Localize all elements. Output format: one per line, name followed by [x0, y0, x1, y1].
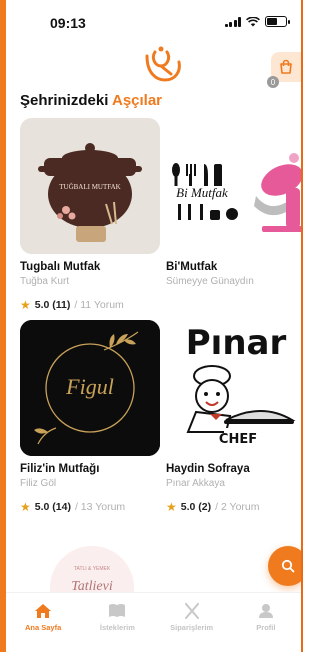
signal-icon [224, 16, 241, 27]
chef-owner: Pınar Akkaya [166, 478, 225, 489]
cart-button[interactable]: 0 [267, 52, 301, 88]
search-icon [281, 559, 295, 573]
chef-owner: Filiz Göl [20, 478, 57, 489]
chef-logo-text: Bi Mutfak [176, 185, 228, 200]
chef-name: Haydin Sofraya [166, 463, 250, 475]
chef-owner: Sümeyye Günaydın [166, 276, 254, 287]
review-count: / 13 Yorum [74, 501, 126, 513]
chef-card[interactable]: Bi Mutfak Bi'Mutfak Sümeyye Günaydın [166, 118, 301, 287]
bottom-nav: Ana Sayfa İsteklerim Siparişlerim Profil [6, 592, 301, 652]
svg-text:TUĞBALI MUTFAK: TUĞBALI MUTFAK [59, 183, 121, 191]
section-title-accent: Aşçılar [111, 92, 163, 109]
chef-card[interactable]: TUĞBALI MUTFAK Tugbalı Mutfak Tuğba Kurt… [20, 118, 160, 312]
chef-logo-image: Bi Mutfak [166, 118, 301, 254]
nav-orders[interactable]: Siparişlerim [162, 603, 222, 652]
app-screen: 09:13 0 Şehrinizdeki Aşçılar TUĞBALI MUT… [0, 0, 303, 652]
nav-wishes[interactable]: İsteklerim [87, 603, 147, 652]
chef-card[interactable]: Pınar CHEF Haydin Sofraya Pınar Akkaya ★… [166, 320, 301, 514]
rating-value: 5.0 (14) [34, 501, 71, 513]
user-icon [258, 604, 273, 618]
section-title-prefix: Şehrinizdeki [20, 92, 112, 109]
chef-logo-image: Figul [20, 320, 160, 456]
section-title: Şehrinizdeki Aşçılar [20, 92, 162, 109]
chef-rating: ★ 5.0 (11) / 11 Yorum [20, 298, 160, 312]
chef-logo-text: Pınar [186, 323, 287, 363]
chef-spoon-logo [145, 46, 181, 82]
cutlery-icon [184, 603, 199, 619]
book-icon [109, 604, 126, 617]
shopping-bag-icon [280, 59, 292, 74]
review-count: / 2 Yorum [215, 501, 260, 513]
battery-icon [265, 16, 290, 27]
rating-value: 5.0 (11) [34, 299, 71, 311]
rating-value: 5.0 (2) [180, 501, 212, 513]
star-icon: ★ [20, 500, 31, 514]
search-fab[interactable] [268, 546, 301, 586]
nav-label: İsteklerim [99, 623, 135, 632]
chef-logo-image: TUĞBALI MUTFAK [20, 118, 160, 254]
star-icon: ★ [20, 298, 31, 312]
chef-name: Filiz'in Mutfağı [20, 463, 100, 475]
chef-logo-subtext: CHEF [219, 432, 257, 447]
chef-name: Bi'Mutfak [166, 261, 218, 273]
chef-logo-image: Pınar CHEF [166, 320, 301, 456]
status-bar: 09:13 [6, 0, 301, 44]
chef-name: Tugbalı Mutfak [20, 261, 101, 273]
home-icon [35, 604, 52, 618]
status-icons [224, 16, 290, 27]
nav-home[interactable]: Ana Sayfa [13, 603, 73, 652]
status-time: 09:13 [50, 15, 86, 31]
chef-logo-text: Figul [65, 374, 114, 399]
nav-profile[interactable]: Profil [236, 603, 296, 652]
nav-label: Siparişlerim [170, 623, 214, 632]
wifi-icon [246, 16, 260, 26]
chef-rating: ★ 5.0 (2) / 2 Yorum [166, 500, 301, 514]
chef-logo-subtext: TATLI & YEMEK [74, 566, 111, 572]
nav-label: Profil [256, 623, 276, 632]
star-icon: ★ [166, 500, 177, 514]
chef-card[interactable]: Figul Filiz'in Mutfağı Filiz Göl ★ 5.0 (… [20, 320, 160, 514]
cart-count-badge: 0 [267, 76, 279, 88]
chef-rating: ★ 5.0 (14) / 13 Yorum [20, 500, 160, 514]
nav-label: Ana Sayfa [24, 623, 62, 632]
chef-owner: Tuğba Kurt [20, 276, 70, 287]
review-count: / 11 Yorum [74, 299, 124, 311]
